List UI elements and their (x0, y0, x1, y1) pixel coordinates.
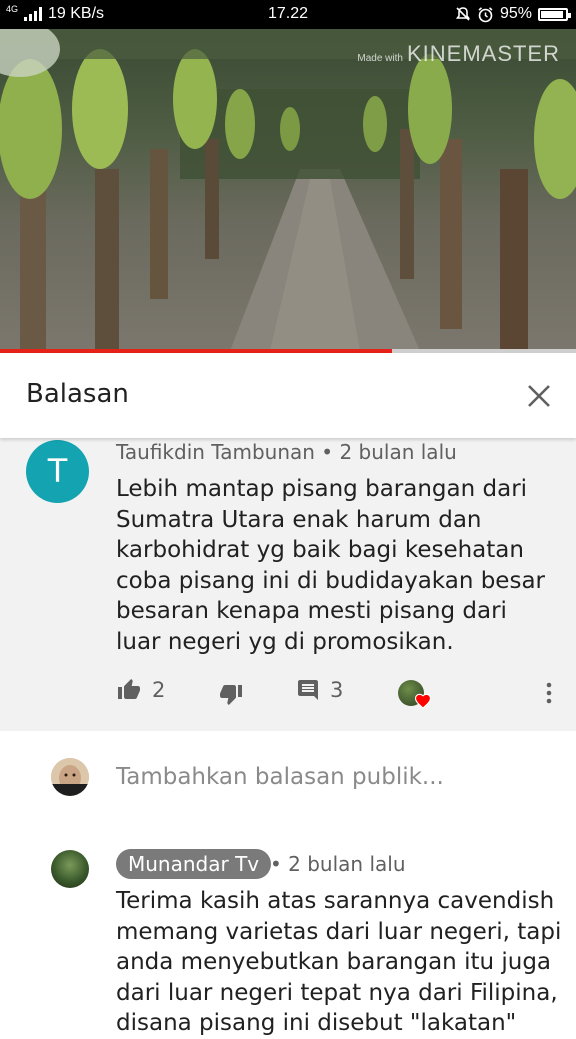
reply-comment: Munandar Tv • 2 bulan lalu Terima kasih … (0, 822, 576, 1036)
video-player[interactable]: Made with KINEMASTER (0, 29, 576, 351)
replies-header: Balasan (0, 353, 576, 438)
reply-count: 3 (330, 678, 344, 702)
like-button[interactable]: 2 (116, 678, 165, 702)
meta-separator: • (270, 852, 282, 876)
meta-separator: • (321, 440, 334, 464)
battery-percent: 95% (499, 5, 532, 22)
alarm-icon (478, 6, 493, 22)
add-reply-row[interactable]: Tambahkan balasan publik... (0, 731, 576, 823)
reply-count-button[interactable]: 3 (296, 678, 343, 702)
user-avatar (51, 758, 89, 796)
reply-time: 2 bulan lalu (288, 852, 406, 876)
close-icon[interactable] (524, 381, 554, 411)
comment-author[interactable]: Taufikdin Tambunan (116, 440, 315, 464)
comment-time: 2 bulan lalu (339, 440, 457, 464)
watermark: Made with KINEMASTER (357, 41, 560, 66)
status-right: 95% (455, 5, 571, 23)
thumb-down-icon (220, 685, 242, 705)
replies-title: Balasan (26, 379, 129, 409)
heart-icon (414, 693, 432, 709)
more-vert-icon[interactable] (546, 681, 552, 705)
comment-actions: 2 3 (116, 678, 566, 712)
dislike-button[interactable] (218, 682, 244, 706)
channel-owner-badge[interactable]: Munandar Tv (116, 849, 272, 879)
battery-icon (538, 7, 571, 21)
reply-meta: • 2 bulan lalu (270, 852, 406, 876)
mute-bell-icon (455, 7, 471, 21)
comment-text: Lebih mantap pisang barangan dari Sumatr… (116, 476, 545, 655)
avatar[interactable] (51, 850, 89, 888)
reply-text: Terima kasih atas sarannya cavendish mem… (116, 888, 562, 1036)
like-count: 2 (152, 678, 166, 702)
avatar[interactable]: T (26, 440, 89, 503)
parent-comment: T Taufikdin Tambunan • 2 bulan lalu Lebi… (0, 438, 576, 731)
user-avatar-image (51, 758, 89, 796)
video-frame-banana-plantation (0, 29, 576, 351)
status-bar: 4G 19 KB/s 17.22 95% (0, 0, 576, 29)
reply-input[interactable]: Tambahkan balasan publik... (116, 764, 444, 790)
comment-meta: Taufikdin Tambunan • 2 bulan lalu (116, 440, 457, 464)
comment-icon (298, 680, 318, 700)
thumb-up-icon (118, 679, 140, 699)
